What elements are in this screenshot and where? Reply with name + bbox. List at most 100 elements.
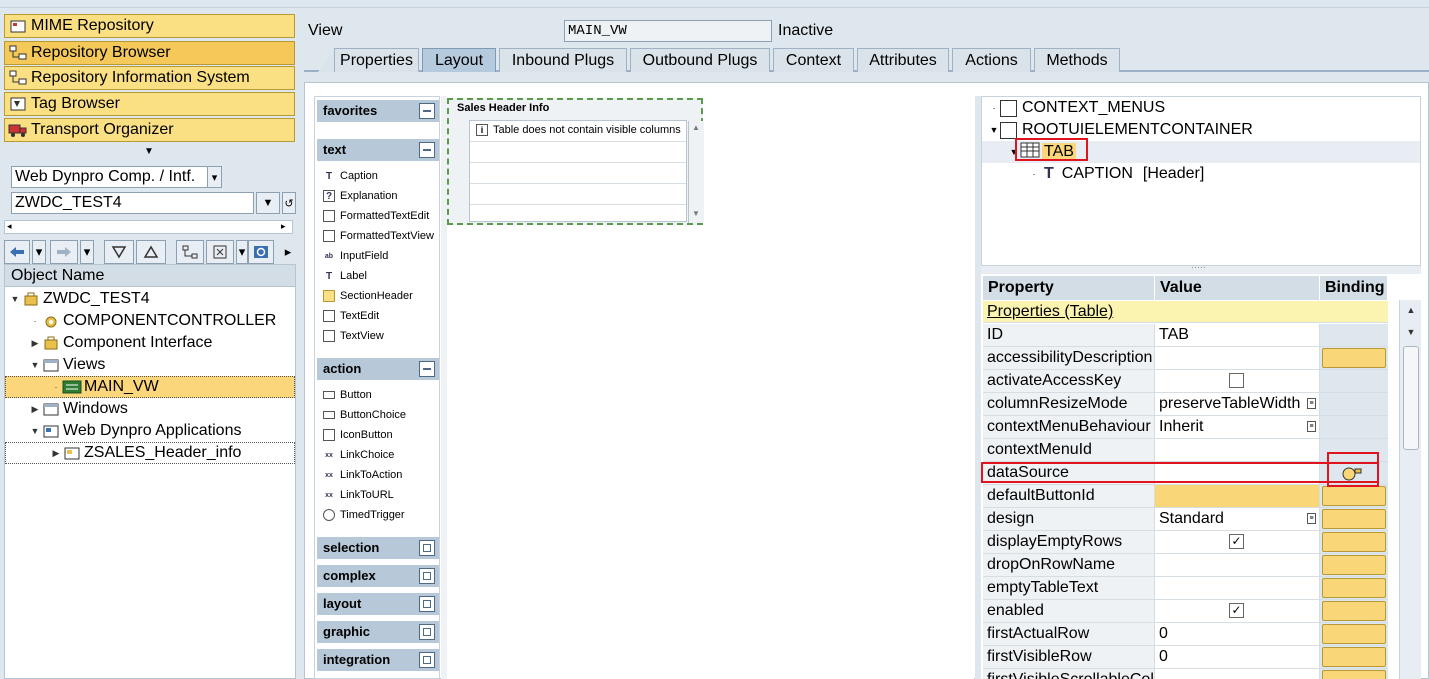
binding-button[interactable]	[1322, 486, 1386, 506]
property-scrollbar[interactable]: ▲ ▼	[1399, 300, 1421, 679]
palette-group-action[interactable]: action	[317, 358, 439, 380]
palette-group-complex[interactable]: complex	[317, 565, 439, 587]
property-value[interactable]: Standard ≡	[1155, 508, 1320, 530]
collapse-icon[interactable]: ▼	[29, 354, 41, 376]
binding-button[interactable]	[1322, 578, 1386, 598]
palette-item-linktoaction[interactable]: xx LinkToAction	[323, 466, 402, 484]
tab-inbound-plugs[interactable]: Inbound Plugs	[499, 48, 627, 72]
property-value[interactable]: ✓	[1155, 531, 1320, 553]
palette-item-iconbutton[interactable]: IconButton	[323, 426, 393, 444]
forward-history-icon[interactable]: ▾	[80, 240, 94, 264]
property-value[interactable]	[1155, 439, 1320, 461]
nav-mime-repository-button[interactable]: MIME Repository	[4, 14, 295, 38]
collapse-icon[interactable]: ▼	[1008, 147, 1020, 157]
tree-row-component-interface[interactable]: ▶ Component Interface	[5, 332, 295, 354]
expand-icon[interactable]: ▶	[29, 398, 41, 420]
binding-button[interactable]	[1322, 647, 1386, 667]
palette-item-inputfield[interactable]: ab InputField	[323, 247, 388, 265]
binding-button[interactable]	[1322, 348, 1386, 368]
property-row-datasource[interactable]: dataSource	[983, 462, 1388, 485]
scroll-left-icon[interactable]: ◂	[7, 221, 12, 232]
collapse-group-icon[interactable]	[419, 361, 435, 377]
property-row-firstactualrow[interactable]: firstActualRow 0	[983, 623, 1388, 646]
forward-arrow-icon[interactable]	[50, 240, 78, 264]
palette-item-linkchoice[interactable]: xx LinkChoice	[323, 446, 394, 464]
back-arrow-icon[interactable]	[4, 240, 30, 264]
display-object-button[interactable]: ↺	[282, 192, 296, 214]
property-value[interactable]	[1155, 485, 1320, 507]
palette-item-buttonchoice[interactable]: ButtonChoice	[323, 406, 406, 424]
palette-group-graphic[interactable]: graphic	[317, 621, 439, 643]
object-type-select[interactable]: Web Dynpro Comp. / Intf.	[11, 166, 210, 188]
tab-context[interactable]: Context	[773, 48, 854, 72]
palette-item-formattedtextedit[interactable]: FormattedTextEdit	[323, 207, 429, 225]
collapse-icon[interactable]: ▼	[29, 420, 41, 442]
palette-item-timedtrigger[interactable]: TimedTrigger	[323, 506, 405, 524]
palette-item-sectionheader[interactable]: SectionHeader	[323, 287, 413, 305]
table-preview[interactable]: Sales Header Info i Table does not contai…	[447, 98, 704, 225]
property-row-contextmenuid[interactable]: contextMenuId	[983, 439, 1388, 462]
nav-tag-browser-button[interactable]: Tag Browser	[4, 92, 295, 116]
palette-group-text[interactable]: text	[317, 139, 439, 161]
tab-actions[interactable]: Actions	[952, 48, 1031, 72]
scroll-down-icon[interactable]: ▼	[1403, 324, 1419, 340]
palette-item-formattedtextview[interactable]: FormattedTextView	[323, 227, 434, 245]
property-value[interactable]: preserveTableWidth ≡	[1155, 393, 1320, 415]
tab-properties[interactable]: Properties	[334, 48, 419, 72]
property-value[interactable]	[1155, 347, 1320, 369]
property-value[interactable]: ✓	[1155, 600, 1320, 622]
tree-row-windows[interactable]: ▶ Windows	[5, 398, 295, 420]
collapse-up-icon[interactable]	[136, 240, 166, 264]
property-value[interactable]	[1155, 669, 1320, 679]
property-value[interactable]: Inherit ≡	[1155, 416, 1320, 438]
palette-item-button[interactable]: Button	[323, 386, 372, 404]
expand-group-icon[interactable]	[419, 652, 435, 668]
scroll-thumb[interactable]	[1403, 346, 1419, 450]
tab-attributes[interactable]: Attributes	[857, 48, 949, 72]
palette-group-favorites[interactable]: favorites	[317, 100, 439, 122]
object-name-dropdown-icon[interactable]: ▼	[256, 192, 280, 214]
property-row-columnresizemode[interactable]: columnResizeMode preserveTableWidth ≡	[983, 393, 1388, 416]
ui-tree-row-caption[interactable]: · T CAPTION [Header]	[982, 163, 1420, 185]
value-help-icon[interactable]: ≡	[1307, 513, 1316, 524]
settings-icon[interactable]	[206, 240, 234, 264]
property-row-accessibilitydescription[interactable]: accessibilityDescription	[983, 347, 1388, 370]
property-row-defaultbuttonid[interactable]: defaultButtonId	[983, 485, 1388, 508]
property-row-contextmenubehaviour[interactable]: contextMenuBehaviour Inherit ≡	[983, 416, 1388, 439]
object-type-dropdown-icon[interactable]: ▾	[207, 166, 222, 188]
property-value[interactable]: 0	[1155, 646, 1320, 668]
value-header[interactable]: Value	[1155, 276, 1320, 300]
binding-button[interactable]	[1322, 555, 1386, 575]
property-checkbox[interactable]: ✓	[1229, 534, 1244, 549]
property-row-id[interactable]: ID TAB	[983, 324, 1388, 347]
palette-item-explanation[interactable]: ? Explanation	[323, 187, 398, 205]
binding-button[interactable]	[1322, 670, 1386, 679]
tree-row-views[interactable]: ▼ Views	[5, 354, 295, 376]
tree-row-web-dynpro-applications[interactable]: ▼ Web Dynpro Applications	[5, 420, 295, 442]
tree-row-zsales-header-info[interactable]: ▶ ZSALES_Header_info	[5, 442, 295, 464]
property-row-activateaccesskey[interactable]: activateAccessKey	[983, 370, 1388, 393]
property-row-emptytabletext[interactable]: emptyTableText	[983, 577, 1388, 600]
expand-down-icon[interactable]: ▼	[144, 146, 154, 157]
ui-tree-row-rootuielementcontainer[interactable]: ▼ ROOTUIELEMENTCONTAINER	[982, 119, 1420, 141]
tab-outbound-plugs[interactable]: Outbound Plugs	[630, 48, 770, 72]
palette-item-caption[interactable]: T Caption	[323, 167, 378, 185]
horizontal-splitter[interactable]: ·····	[981, 262, 1421, 274]
binding-button[interactable]	[1322, 601, 1386, 621]
ui-tree-row-context-menus[interactable]: · CONTEXT_MENUS	[982, 97, 1420, 119]
settings-menu-icon[interactable]: ▾	[236, 240, 248, 264]
tab-layout[interactable]: Layout	[422, 48, 496, 72]
binding-header[interactable]: Binding	[1320, 276, 1388, 300]
palette-item-textedit[interactable]: TextEdit	[323, 307, 379, 325]
collapse-group-icon[interactable]	[419, 103, 435, 119]
bind-context-icon[interactable]	[1322, 463, 1386, 483]
palette-group-selection[interactable]: selection	[317, 537, 439, 559]
palette-group-layout[interactable]: layout	[317, 593, 439, 615]
property-row-firstvisiblerow[interactable]: firstVisibleRow 0	[983, 646, 1388, 669]
binding-button[interactable]	[1322, 624, 1386, 644]
palette-item-textview[interactable]: TextView	[323, 327, 384, 345]
tab-methods[interactable]: Methods	[1034, 48, 1120, 72]
property-checkbox[interactable]	[1229, 373, 1244, 388]
refresh-icon[interactable]	[248, 240, 274, 264]
collapse-group-icon[interactable]	[419, 142, 435, 158]
